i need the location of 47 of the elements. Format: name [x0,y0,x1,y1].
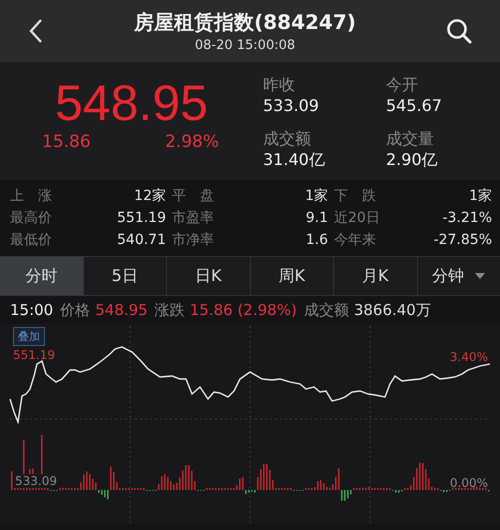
axis-label: 533.09 [14,474,58,488]
info-label: 涨跌 [154,300,185,320]
info-label: 成交额 [304,300,349,320]
stat-label: 今开 [386,74,419,95]
price-change: 15.86 [42,132,91,152]
back-icon[interactable] [28,18,44,44]
stat-value: 9.1 [304,209,328,228]
overlay-button[interactable]: 叠加 [13,327,45,346]
stat-label: 最高价 [10,209,53,228]
stat-label: 近20日 [333,209,381,228]
stat-value: 1家 [468,187,492,206]
info-label: 价格 [60,300,90,320]
stat-value: 31.40亿 [263,149,326,170]
last-price: 548.95 [54,74,208,132]
stat-value: 551.19 [116,209,166,228]
stat-value: 1家 [304,187,328,206]
axis-label: 3.40% [450,350,488,364]
stat-label: 市盈率 [171,209,215,228]
stat-value: 540.71 [116,231,166,250]
window-title: 房屋租赁指数(884247) [134,9,356,36]
stat-value: 1.6 [304,231,328,250]
info-value: 15.86 (2.98%) [190,301,297,319]
stat-label: 最低价 [10,231,53,250]
stat-value: 2.90亿 [386,149,439,170]
time-label: 15:00 [10,301,54,319]
stat-label: 上 涨 [10,187,53,206]
info-value: 548.95 [95,301,148,319]
stat-label: 市净率 [171,231,215,250]
stat-label: 成交量 [386,128,435,149]
percent-change: 2.98% [164,132,219,152]
stat-label: 今年来 [333,231,377,250]
caret-icon [474,272,486,280]
axis-label: 0.00% [450,476,488,490]
stat-value: 12家 [133,187,166,206]
stat-value: 545.67 [386,95,443,116]
stat-label: 下 跌 [333,187,377,206]
stat-value: -27.85% [432,231,492,250]
info-value: 3866.40万 [354,300,431,320]
axis-label: 551.19 [13,348,55,362]
stat-label: 平 盘 [171,187,215,206]
stat-label: 成交额 [263,128,312,149]
stat-label: 昨收 [263,74,296,95]
chart-tab[interactable]: 分时 [0,257,84,295]
stat-value: 533.09 [263,95,320,116]
timestamp: 08-20 15:00:08 [194,38,296,53]
search-icon[interactable] [446,18,472,44]
stat-value: -3.21% [441,209,492,228]
